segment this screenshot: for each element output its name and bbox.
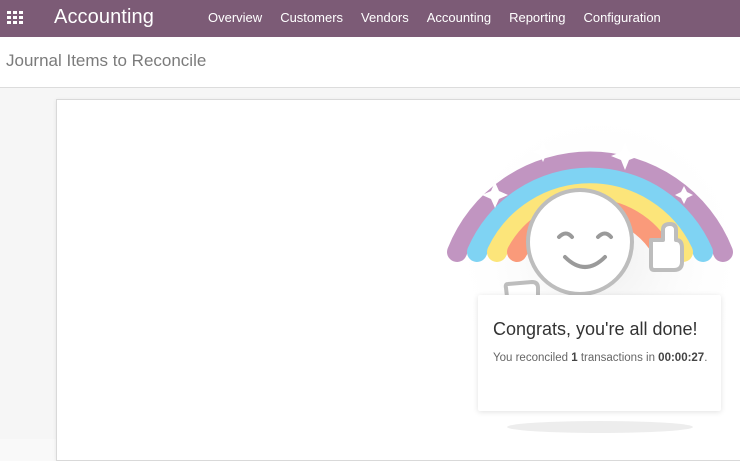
smiley-face-icon [526,188,634,296]
menu-item-customers[interactable]: Customers [280,10,343,25]
app-title[interactable]: Accounting [54,6,154,29]
top-navbar: Accounting Overview Customers Vendors Ac… [0,0,740,37]
apps-menu-icon[interactable] [7,11,23,25]
summary-middle: transactions in [577,352,659,364]
breadcrumb: Journal Items to Reconcile [6,51,207,70]
reconcile-summary: You reconciled 1 transactions in 00:00:2… [493,349,708,367]
control-panel: Journal Items to Reconcile [0,37,740,88]
menu-item-accounting[interactable]: Accounting [427,10,491,25]
menu-item-overview[interactable]: Overview [208,10,262,25]
congrats-title: Congrats, you're all done! [493,319,698,339]
elapsed-time: 00:00:27 [658,352,705,364]
menu-item-reporting[interactable]: Reporting [509,10,565,25]
menu-item-configuration[interactable]: Configuration [583,10,660,25]
all-done-card: Congrats, you're all done! You reconcile… [478,295,721,411]
summary-prefix: You reconciled [493,352,572,364]
main-menu: Overview Customers Vendors Accounting Re… [208,10,661,25]
summary-suffix: . [704,352,708,364]
menu-item-vendors[interactable]: Vendors [361,10,409,25]
card-shadow [507,421,693,433]
